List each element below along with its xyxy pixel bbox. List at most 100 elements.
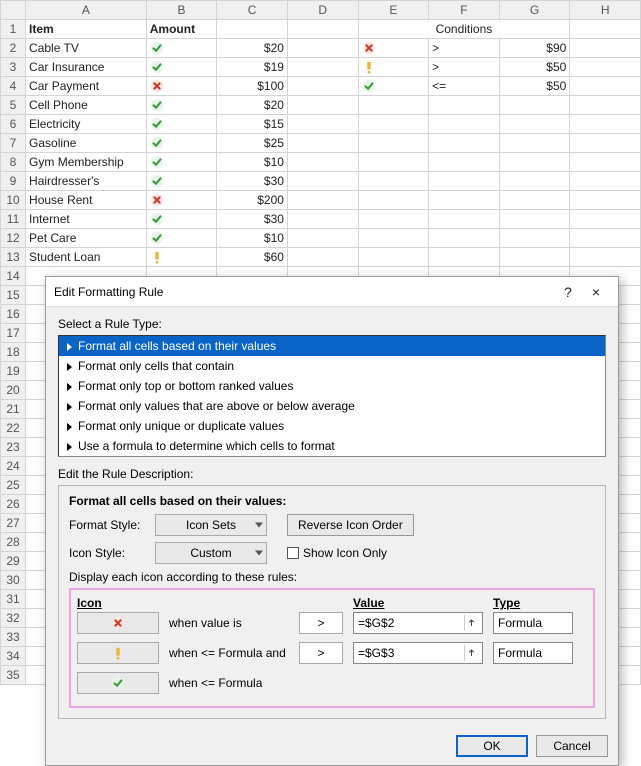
cell[interactable]: <= bbox=[429, 77, 500, 96]
table-row[interactable]: 11Internet$30 bbox=[1, 210, 641, 229]
cell[interactable]: Internet bbox=[26, 210, 147, 229]
rule-type-item[interactable]: Format only unique or duplicate values bbox=[59, 416, 605, 436]
rule-type-list[interactable]: Format all cells based on their valuesFo… bbox=[58, 335, 606, 457]
cell[interactable]: $25 bbox=[217, 134, 288, 153]
cell[interactable]: $50 bbox=[499, 77, 570, 96]
operator-dropdown[interactable]: > bbox=[299, 642, 343, 664]
cell[interactable] bbox=[146, 172, 217, 191]
format-style-dropdown[interactable]: Icon Sets bbox=[155, 514, 267, 536]
help-button[interactable]: ? bbox=[554, 284, 582, 300]
range-ref-button[interactable] bbox=[464, 645, 480, 661]
rule-text: when value is bbox=[169, 616, 289, 630]
show-icon-only-checkbox[interactable]: Show Icon Only bbox=[287, 546, 387, 560]
cell[interactable]: $10 bbox=[217, 229, 288, 248]
cell[interactable]: > bbox=[429, 58, 500, 77]
table-row[interactable]: 4Car Payment$100<=$50 bbox=[1, 77, 641, 96]
cell[interactable] bbox=[146, 191, 217, 210]
cell[interactable]: $90 bbox=[499, 39, 570, 58]
close-button[interactable]: × bbox=[582, 284, 610, 300]
check-icon bbox=[150, 136, 164, 150]
icon-rule-row: when value is > =$G$2 Formula bbox=[77, 612, 587, 634]
table-row[interactable]: 5Cell Phone$20 bbox=[1, 96, 641, 115]
table-row[interactable]: 8Gym Membership$10 bbox=[1, 153, 641, 172]
cell[interactable] bbox=[358, 58, 429, 77]
operator-dropdown[interactable]: > bbox=[299, 612, 343, 634]
value-input[interactable]: =$G$2 bbox=[353, 612, 483, 634]
panel-title: Format all cells based on their values: bbox=[69, 494, 595, 508]
table-row[interactable]: 7Gasoline$25 bbox=[1, 134, 641, 153]
table-row[interactable]: 1 Item Amount Conditions bbox=[1, 20, 641, 39]
cross-icon bbox=[362, 41, 376, 55]
reverse-icon-order-button[interactable]: Reverse Icon Order bbox=[287, 514, 414, 536]
cell[interactable]: $20 bbox=[217, 39, 288, 58]
type-dropdown[interactable]: Formula bbox=[493, 612, 573, 634]
icon-rule-row: when <= Formula bbox=[77, 672, 587, 694]
cell[interactable]: > bbox=[429, 39, 500, 58]
cancel-button[interactable]: Cancel bbox=[536, 735, 608, 757]
cell[interactable] bbox=[146, 134, 217, 153]
cell[interactable]: Car Insurance bbox=[26, 58, 147, 77]
table-row[interactable]: 9Hairdresser's$30 bbox=[1, 172, 641, 191]
rule-type-item[interactable]: Format only cells that contain bbox=[59, 356, 605, 376]
cell[interactable]: House Rent bbox=[26, 191, 147, 210]
ref-icon bbox=[467, 617, 479, 629]
check-icon bbox=[150, 60, 164, 74]
cell[interactable]: $60 bbox=[217, 248, 288, 267]
cell[interactable] bbox=[146, 210, 217, 229]
cell[interactable]: Item bbox=[26, 20, 147, 39]
check-icon bbox=[150, 212, 164, 226]
cell[interactable]: $15 bbox=[217, 115, 288, 134]
cell[interactable]: $50 bbox=[499, 58, 570, 77]
edit-rule-description-label: Edit the Rule Description: bbox=[58, 467, 606, 481]
cell[interactable]: Hairdresser's bbox=[26, 172, 147, 191]
table-row[interactable]: 13Student Loan$60 bbox=[1, 248, 641, 267]
cell[interactable]: Cell Phone bbox=[26, 96, 147, 115]
table-row[interactable]: 6Electricity$15 bbox=[1, 115, 641, 134]
cell[interactable]: Gasoline bbox=[26, 134, 147, 153]
cell[interactable]: $10 bbox=[217, 153, 288, 172]
cell[interactable] bbox=[146, 248, 217, 267]
cell[interactable] bbox=[146, 153, 217, 172]
table-row[interactable]: 3Car Insurance$19>$50 bbox=[1, 58, 641, 77]
ok-button[interactable]: OK bbox=[456, 735, 528, 757]
cell[interactable]: Conditions bbox=[358, 20, 570, 39]
icon-style-dropdown[interactable]: Custom bbox=[155, 542, 267, 564]
icon-header: Icon bbox=[77, 596, 159, 610]
cell[interactable]: $200 bbox=[217, 191, 288, 210]
cell[interactable] bbox=[146, 229, 217, 248]
cell[interactable]: $30 bbox=[217, 210, 288, 229]
cell[interactable]: $20 bbox=[217, 96, 288, 115]
cell[interactable]: Electricity bbox=[26, 115, 147, 134]
table-row[interactable]: 2Cable TV$20>$90 bbox=[1, 39, 641, 58]
icon-dropdown[interactable] bbox=[77, 642, 159, 664]
icon-dropdown[interactable] bbox=[77, 672, 159, 694]
value-header: Value bbox=[353, 596, 483, 610]
rule-type-item[interactable]: Format only top or bottom ranked values bbox=[59, 376, 605, 396]
cell[interactable] bbox=[146, 77, 217, 96]
rule-type-item[interactable]: Format all cells based on their values bbox=[59, 336, 605, 356]
value-input[interactable]: =$G$3 bbox=[353, 642, 483, 664]
cell[interactable] bbox=[146, 115, 217, 134]
cell[interactable] bbox=[358, 77, 429, 96]
range-ref-button[interactable] bbox=[464, 615, 480, 631]
cell[interactable] bbox=[146, 58, 217, 77]
cell[interactable]: Car Payment bbox=[26, 77, 147, 96]
table-row[interactable]: 10House Rent$200 bbox=[1, 191, 641, 210]
cell[interactable]: $19 bbox=[217, 58, 288, 77]
type-dropdown[interactable]: Formula bbox=[493, 642, 573, 664]
icon-dropdown[interactable] bbox=[77, 612, 159, 634]
rule-type-item[interactable]: Use a formula to determine which cells t… bbox=[59, 436, 605, 456]
cell[interactable]: Amount bbox=[146, 20, 217, 39]
cell[interactable]: Gym Membership bbox=[26, 153, 147, 172]
cell[interactable]: Student Loan bbox=[26, 248, 147, 267]
cell[interactable] bbox=[358, 39, 429, 58]
rule-type-item[interactable]: Format only values that are above or bel… bbox=[59, 396, 605, 416]
check-icon bbox=[150, 155, 164, 169]
table-row[interactable]: 12Pet Care$10 bbox=[1, 229, 641, 248]
cell[interactable] bbox=[146, 96, 217, 115]
cell[interactable]: Pet Care bbox=[26, 229, 147, 248]
cell[interactable]: Cable TV bbox=[26, 39, 147, 58]
cell[interactable] bbox=[146, 39, 217, 58]
cell[interactable]: $30 bbox=[217, 172, 288, 191]
cell[interactable]: $100 bbox=[217, 77, 288, 96]
